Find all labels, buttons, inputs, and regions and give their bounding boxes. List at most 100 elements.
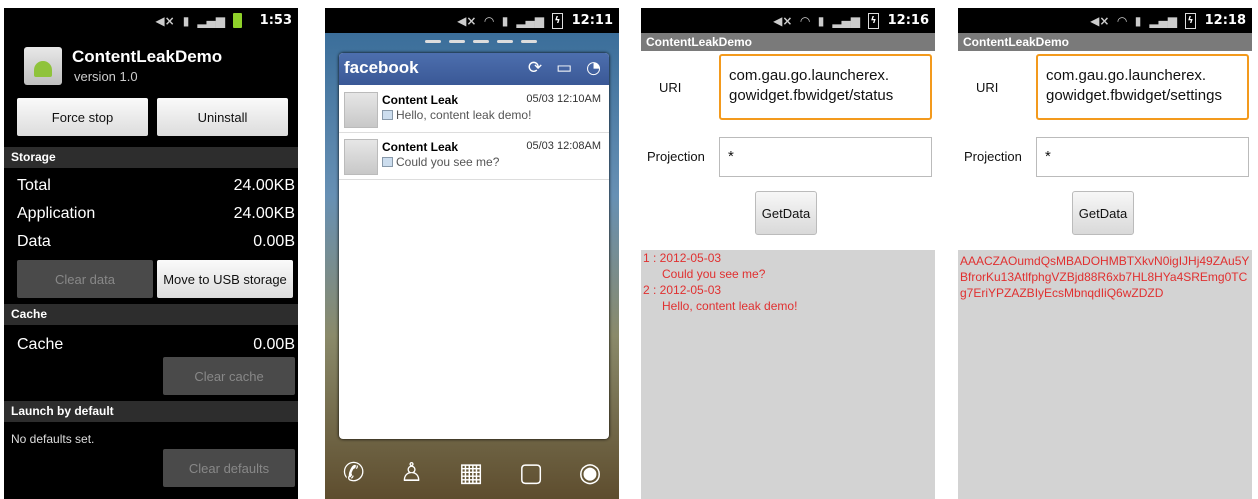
- uri-input[interactable]: com.gau.go.launcherex. gowidget.fbwidget…: [719, 54, 932, 120]
- wifi-icon: ◠: [1117, 14, 1127, 28]
- post-message: Could you see me?: [382, 155, 499, 169]
- post-message: Hello, content leak demo!: [382, 108, 531, 122]
- page-indicator: [425, 40, 537, 43]
- feed-icon[interactable]: ◔: [586, 58, 601, 78]
- uri-line-2: gowidget.fbwidget/status: [729, 87, 894, 104]
- list-item[interactable]: Content Leak 05/03 12:10AM Hello, conten…: [339, 88, 609, 133]
- total-label: Total: [17, 177, 51, 194]
- facebook-bar: facebook ⟳ ▭ ◔: [339, 53, 609, 85]
- uri-line-2: gowidget.fbwidget/settings: [1046, 87, 1222, 104]
- sim-icon: ▮: [817, 14, 825, 28]
- post-author: Content Leak: [382, 140, 459, 154]
- message-icon: [382, 110, 393, 120]
- android-app-icon: [24, 47, 62, 85]
- data-row: Data 0.00B: [17, 233, 295, 251]
- app-info-screen: ◀× ▮ ▂▄▆ 1:53 ContentLeakDemo version 1.…: [4, 8, 298, 499]
- contacts-icon[interactable]: ♙: [400, 458, 423, 488]
- phone-icon[interactable]: ✆: [343, 458, 365, 488]
- app-title-bar: ContentLeakDemo: [641, 33, 935, 51]
- projection-label: Projection: [964, 149, 1022, 164]
- refresh-icon[interactable]: ⟳: [528, 58, 542, 78]
- post-date: 05/03 12:10AM: [526, 93, 601, 105]
- access-token-text: AAACZAOumdQsMBADOHMBTXkvN0igIJHj49ZAu5YB…: [960, 254, 1250, 300]
- post-date: 05/03 12:08AM: [526, 140, 601, 152]
- force-stop-button[interactable]: Force stop: [17, 98, 148, 136]
- signal-icon: ▂▄▆: [1149, 14, 1177, 28]
- cache-row: Cache 0.00B: [17, 336, 295, 354]
- sim-icon: ▮: [182, 13, 190, 28]
- move-to-usb-button[interactable]: Move to USB storage: [157, 260, 293, 298]
- browser-globe-icon[interactable]: ◉: [579, 458, 602, 488]
- application-row: Application 24.00KB: [17, 205, 295, 223]
- dock: ✆ ♙ ▦ ▢ ◉: [325, 447, 619, 499]
- app-header: ContentLeakDemo version 1.0: [4, 33, 298, 98]
- data-label: Data: [17, 233, 51, 250]
- result-area: AAACZAOumdQsMBADOHMBTXkvN0igIJHj49ZAu5YB…: [958, 250, 1252, 499]
- uri-label: URI: [659, 80, 682, 95]
- total-value: 24.00KB: [233, 177, 295, 194]
- result-text: Could you see me?: [662, 267, 766, 281]
- signal-icon: ▂▄▆: [197, 13, 225, 28]
- wifi-icon: ◠: [484, 14, 494, 28]
- app-version: version 1.0: [74, 69, 138, 84]
- message-icon: [382, 157, 393, 167]
- uri-line-1: com.gau.go.launcherex.: [729, 67, 890, 84]
- apps-grid-icon[interactable]: ▦: [459, 458, 484, 488]
- application-value: 24.00KB: [233, 205, 295, 222]
- avatar: [344, 139, 378, 175]
- projection-label: Projection: [647, 149, 705, 164]
- launch-default-header: Launch by default: [4, 401, 298, 422]
- clock: 12:16: [887, 13, 929, 28]
- list-item[interactable]: Content Leak 05/03 12:08AM Could you see…: [339, 135, 609, 180]
- post-message-text: Could you see me?: [396, 155, 500, 169]
- cache-value: 0.00B: [253, 336, 295, 353]
- status-bar: ◀× ◠ ▮ ▂▄▆ ϟ 12:16: [641, 8, 935, 33]
- content-leak-screen-settings: ◀× ◠ ▮ ▂▄▆ ϟ 12:18 ContentLeakDemo URI c…: [958, 8, 1252, 499]
- app-name: ContentLeakDemo: [72, 47, 223, 66]
- clear-data-button[interactable]: Clear data: [17, 260, 153, 298]
- battery-charging-icon: ϟ: [1185, 13, 1196, 29]
- sim-icon: ▮: [1134, 14, 1142, 28]
- data-value: 0.00B: [253, 233, 295, 250]
- cache-header: Cache: [4, 304, 298, 325]
- no-defaults-text: No defaults set.: [11, 432, 95, 446]
- app-title-bar: ContentLeakDemo: [958, 33, 1252, 51]
- clock: 12:18: [1204, 13, 1246, 28]
- result-line: 1 : 2012-05-03: [643, 251, 722, 265]
- content-leak-screen-status: ◀× ◠ ▮ ▂▄▆ ϟ 12:16 ContentLeakDemo URI c…: [641, 8, 935, 499]
- clock: 12:11: [571, 13, 613, 28]
- clear-cache-button[interactable]: Clear cache: [163, 357, 295, 395]
- result-line: 2 : 2012-05-03: [643, 283, 722, 297]
- post-author: Content Leak: [382, 93, 459, 107]
- uri-input[interactable]: com.gau.go.launcherex. gowidget.fbwidget…: [1036, 54, 1249, 120]
- sim-icon: ▮: [501, 14, 509, 28]
- mute-icon: ◀×: [773, 14, 793, 28]
- application-label: Application: [17, 205, 96, 222]
- getdata-button[interactable]: GetData: [1072, 191, 1134, 235]
- getdata-button[interactable]: GetData: [755, 191, 817, 235]
- battery-icon: [233, 13, 242, 28]
- result-text: Hello, content leak demo!: [662, 299, 798, 313]
- uri-line-1: com.gau.go.launcherex.: [1046, 67, 1207, 84]
- mute-icon: ◀×: [1090, 14, 1110, 28]
- facebook-widget[interactable]: facebook ⟳ ▭ ◔ Content Leak 05/03 12:10A…: [339, 53, 609, 439]
- storage-header: Storage: [4, 147, 298, 168]
- clock: 1:53: [259, 13, 292, 28]
- uri-label: URI: [976, 80, 999, 95]
- post-message-text: Hello, content leak demo!: [396, 108, 532, 122]
- wifi-icon: ◠: [800, 14, 810, 28]
- avatar: [344, 92, 378, 128]
- projection-input[interactable]: *: [1036, 137, 1249, 177]
- uninstall-button[interactable]: Uninstall: [157, 98, 288, 136]
- mute-icon: ◀×: [457, 14, 477, 28]
- signal-icon: ▂▄▆: [516, 14, 544, 28]
- messaging-icon[interactable]: ▢: [519, 458, 544, 488]
- projection-input[interactable]: *: [719, 137, 932, 177]
- facebook-logo: facebook: [344, 58, 419, 77]
- battery-charging-icon: ϟ: [552, 13, 563, 29]
- mute-icon: ◀×: [155, 13, 175, 28]
- compose-icon[interactable]: ▭: [556, 58, 572, 78]
- status-bar: ◀× ◠ ▮ ▂▄▆ ϟ 12:11: [325, 8, 619, 33]
- clear-defaults-button[interactable]: Clear defaults: [163, 449, 295, 487]
- home-screen: ◀× ◠ ▮ ▂▄▆ ϟ 12:11 facebook ⟳ ▭ ◔ Conten…: [325, 8, 619, 499]
